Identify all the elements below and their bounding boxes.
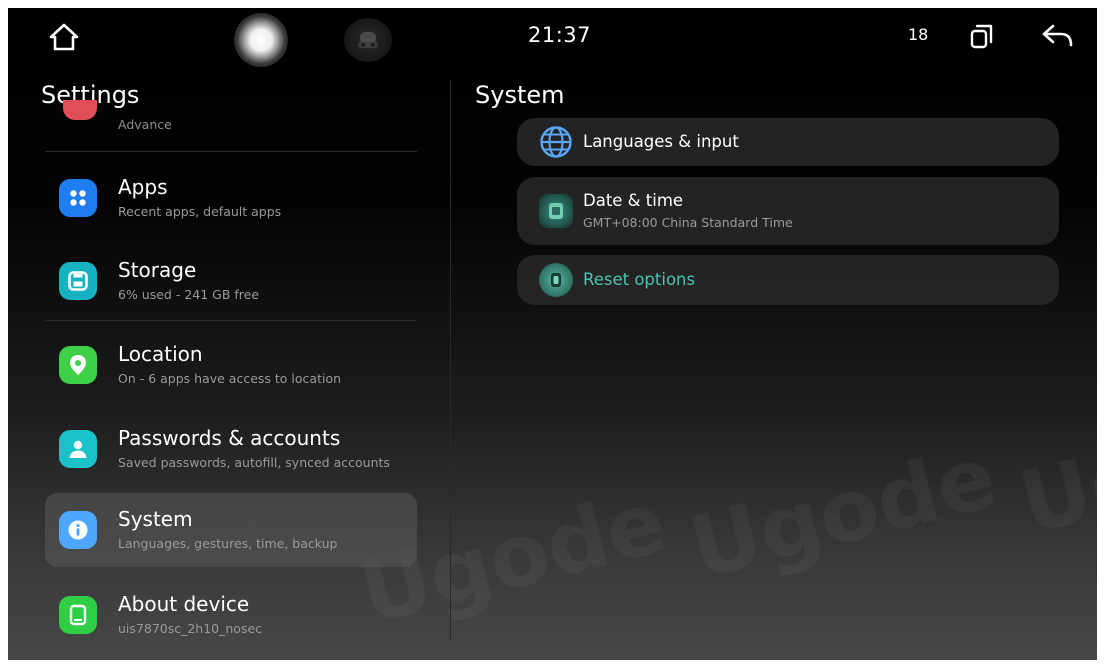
screen: Ugode Ugode Ugode 21:37 18 Settings Adva… bbox=[8, 8, 1097, 660]
settings-item-passwords-accounts[interactable]: Passwords & accounts Saved passwords, au… bbox=[45, 412, 417, 486]
settings-item-subtitle: On - 6 apps have access to location bbox=[118, 371, 342, 386]
date-time-item[interactable]: Date & time GMT+08:00 China Standard Tim… bbox=[517, 177, 1059, 245]
settings-item-subtitle: 6% used - 241 GB free bbox=[118, 287, 260, 302]
languages-input-item[interactable]: Languages & input bbox=[517, 118, 1059, 166]
back-icon[interactable] bbox=[1038, 20, 1078, 52]
settings-item-apps[interactable]: Apps Recent apps, default apps bbox=[45, 161, 417, 235]
settings-item-system[interactable]: System Languages, gestures, time, backup bbox=[45, 493, 417, 567]
settings-item-subtitle: Recent apps, default apps bbox=[118, 204, 282, 219]
settings-item-title: System bbox=[118, 507, 193, 531]
reset-options-item[interactable]: Reset options bbox=[517, 255, 1059, 305]
top-bar: 21:37 18 bbox=[8, 8, 1097, 67]
date-time-subtitle: GMT+08:00 China Standard Time bbox=[583, 215, 793, 230]
settings-item-subtitle: Languages, gestures, time, backup bbox=[118, 536, 338, 551]
settings-item-about-device[interactable]: About device uis7870sc_2h10_nosec bbox=[45, 578, 417, 652]
panel-divider bbox=[450, 80, 451, 640]
globe-icon bbox=[539, 125, 573, 159]
settings-item-storage[interactable]: Storage 6% used - 241 GB free bbox=[45, 244, 417, 318]
system-title: System bbox=[475, 81, 565, 109]
voice-assistant-orb-icon[interactable] bbox=[234, 13, 288, 67]
divider bbox=[45, 151, 417, 152]
clock: 21:37 bbox=[528, 23, 592, 47]
phone-icon bbox=[59, 596, 97, 634]
account-icon bbox=[59, 430, 97, 468]
apps-grid-icon bbox=[59, 179, 97, 217]
divider bbox=[45, 320, 417, 321]
settings-item-location[interactable]: Location On - 6 apps have access to loca… bbox=[45, 328, 417, 402]
location-pin-icon bbox=[59, 346, 97, 384]
date-time-icon bbox=[539, 194, 573, 228]
reset-icon bbox=[539, 263, 573, 297]
storage-icon bbox=[59, 262, 97, 300]
watermark: Ugode bbox=[681, 427, 1006, 599]
home-icon[interactable] bbox=[46, 20, 82, 54]
watermark: Ugode bbox=[1011, 382, 1097, 554]
advanced-icon bbox=[63, 100, 97, 122]
settings-item-subtitle: Saved passwords, autofill, synced accoun… bbox=[118, 455, 390, 470]
settings-item-title: Location bbox=[118, 342, 203, 366]
reset-options-title: Reset options bbox=[583, 270, 696, 289]
car-icon[interactable] bbox=[344, 18, 392, 62]
recent-apps-icon[interactable] bbox=[966, 20, 998, 52]
languages-input-title: Languages & input bbox=[583, 132, 739, 151]
info-icon bbox=[59, 511, 97, 549]
settings-item-subtitle: uis7870sc_2h10_nosec bbox=[118, 621, 263, 636]
settings-item-title: Storage bbox=[118, 258, 197, 282]
settings-item-title: About device bbox=[118, 592, 250, 616]
advanced-item-subtitle: Advance bbox=[118, 117, 172, 132]
settings-item-title: Apps bbox=[118, 175, 168, 199]
settings-item-title: Passwords & accounts bbox=[118, 426, 341, 450]
status-count: 18 bbox=[908, 25, 929, 44]
date-time-title: Date & time bbox=[583, 191, 684, 210]
